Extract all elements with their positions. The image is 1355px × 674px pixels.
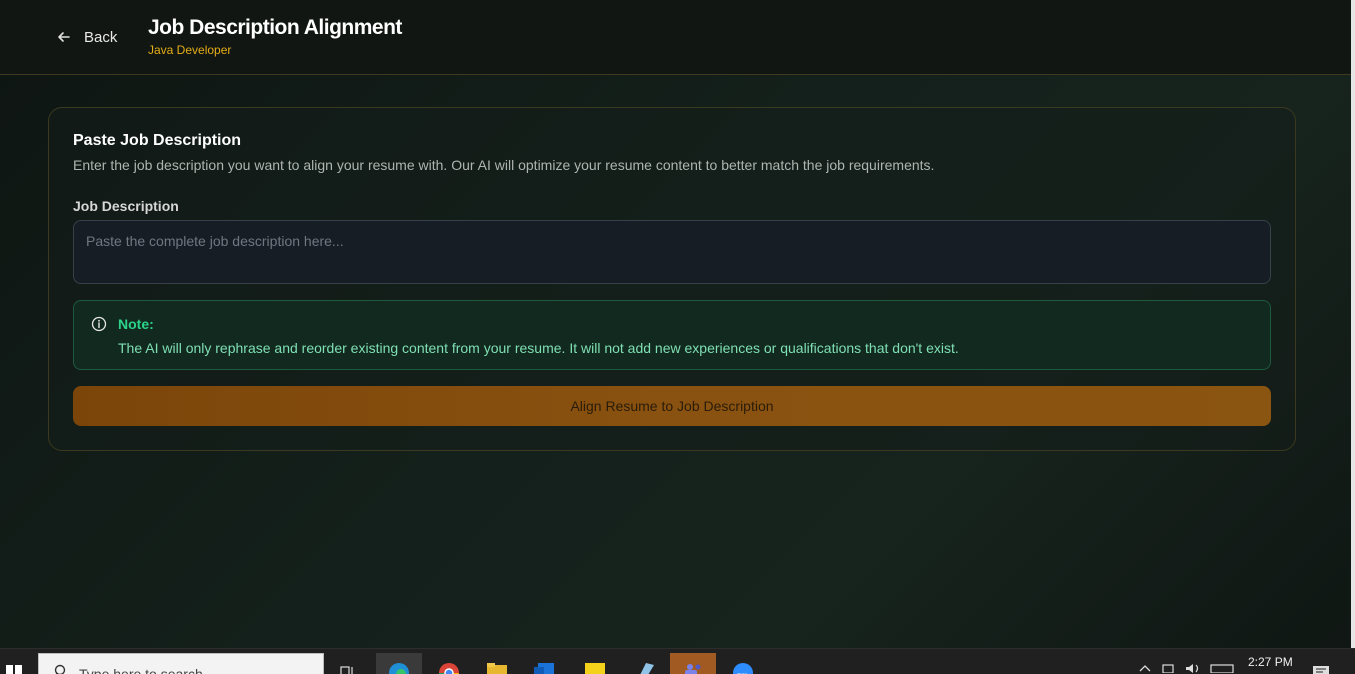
notepad-icon bbox=[640, 663, 654, 674]
back-button[interactable]: Back bbox=[56, 24, 117, 50]
chevron-up-icon[interactable] bbox=[1138, 661, 1152, 673]
outlook-taskbar-button[interactable] bbox=[522, 653, 568, 674]
notepad-taskbar-button[interactable] bbox=[622, 653, 668, 674]
file-explorer-taskbar-button[interactable] bbox=[474, 653, 520, 674]
arrow-left-icon bbox=[58, 32, 70, 42]
windows-taskbar: Type here to search 2:27 PM bbox=[0, 648, 1355, 674]
task-view-button[interactable] bbox=[326, 653, 372, 674]
back-label: Back bbox=[84, 28, 118, 46]
chrome-icon bbox=[439, 663, 459, 674]
top-header: Back Job Description Alignment Java Deve… bbox=[0, 0, 1351, 75]
keyboard-icon[interactable] bbox=[1210, 661, 1234, 673]
system-tray bbox=[1138, 661, 1234, 673]
edge-icon bbox=[389, 663, 409, 674]
volume-icon[interactable] bbox=[1184, 661, 1202, 673]
note-box: Note: The AI will only rephrase and reor… bbox=[73, 300, 1271, 370]
taskbar-clock[interactable]: 2:27 PM bbox=[1248, 655, 1293, 669]
note-title: Note: bbox=[118, 316, 154, 332]
teams-taskbar-button[interactable] bbox=[670, 653, 716, 674]
page-title: Job Description Alignment bbox=[148, 16, 402, 39]
info-icon bbox=[91, 316, 107, 332]
card-description: Enter the job description you want to al… bbox=[73, 157, 935, 173]
note-text: The AI will only rephrase and reorder ex… bbox=[118, 340, 959, 356]
job-description-input[interactable] bbox=[73, 220, 1271, 284]
window-edge bbox=[1351, 0, 1355, 648]
chrome-taskbar-button[interactable] bbox=[426, 653, 472, 674]
sticky-notes-taskbar-button[interactable] bbox=[572, 653, 618, 674]
job-description-card: Paste Job Description Enter the job desc… bbox=[48, 107, 1296, 451]
align-resume-button[interactable]: Align Resume to Job Description bbox=[73, 386, 1271, 426]
page-subtitle: Java Developer bbox=[148, 43, 232, 57]
network-icon[interactable] bbox=[1160, 661, 1176, 673]
app-window: Back Job Description Alignment Java Deve… bbox=[0, 0, 1351, 648]
card-title: Paste Job Description bbox=[73, 132, 242, 149]
edge-taskbar-button[interactable] bbox=[376, 653, 422, 674]
title-block: Job Description Alignment Java Developer bbox=[148, 16, 402, 57]
taskbar-search-box[interactable]: Type here to search bbox=[38, 653, 324, 674]
search-icon bbox=[54, 664, 66, 674]
job-description-label: Job Description bbox=[73, 198, 179, 214]
notification-center-icon[interactable] bbox=[1312, 663, 1330, 674]
windows-start-icon[interactable] bbox=[4, 663, 24, 674]
outlook-icon bbox=[534, 663, 554, 674]
task-view-icon bbox=[340, 666, 353, 674]
file-explorer-icon bbox=[487, 663, 507, 674]
taskbar-search-placeholder: Type here to search bbox=[79, 666, 203, 674]
sticky-notes-icon bbox=[585, 663, 605, 674]
teams-icon bbox=[685, 664, 701, 674]
zoom-icon: zm bbox=[733, 663, 753, 674]
zoom-taskbar-button[interactable]: zm bbox=[720, 653, 766, 674]
